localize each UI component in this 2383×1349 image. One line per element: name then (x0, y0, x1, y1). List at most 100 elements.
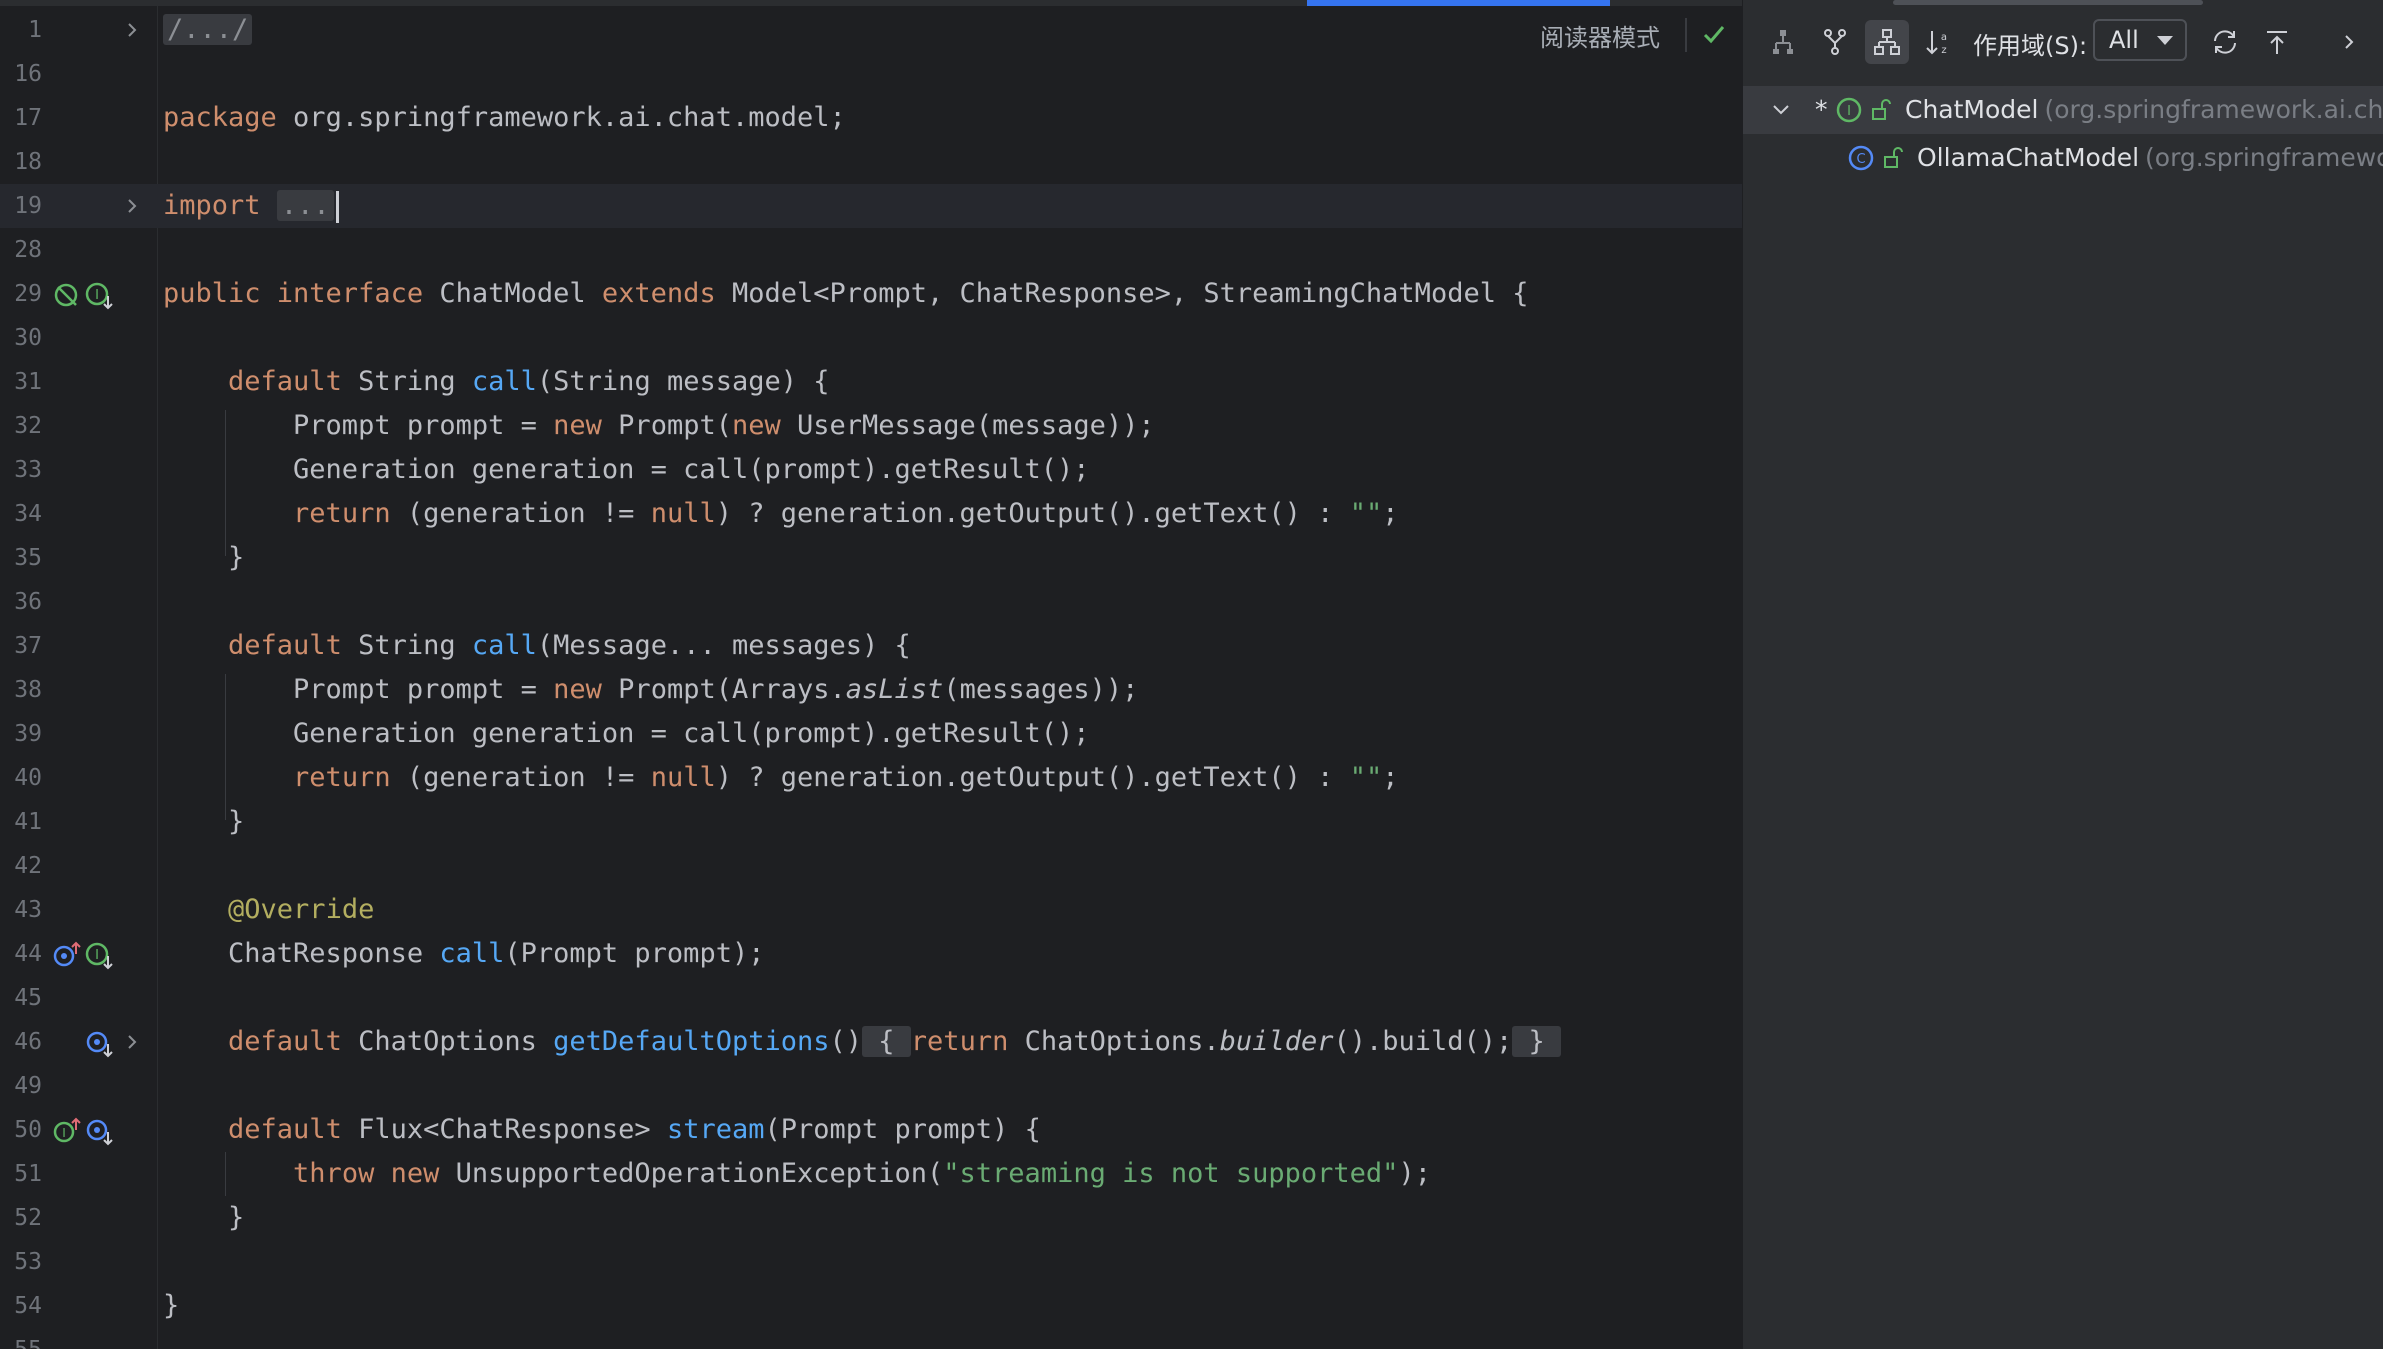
code-line: 18 (0, 140, 1742, 184)
code-line: 36 (0, 580, 1742, 624)
horizontal-scrollbar[interactable] (1893, 0, 2203, 5)
line-number: 16 (14, 61, 42, 87)
line-number: 54 (14, 1293, 42, 1319)
line-number: 53 (14, 1249, 42, 1275)
svg-text:C: C (1856, 152, 1865, 167)
package-name: (org.springframework.ai.chat.model) (2044, 95, 2383, 124)
overridden-method-icon[interactable] (84, 1116, 114, 1146)
public-access-icon (1872, 99, 1891, 120)
chevron-right-icon[interactable] (122, 20, 142, 40)
refresh-icon (2214, 30, 2236, 54)
svg-text:I: I (95, 288, 99, 303)
line-number: 35 (14, 545, 42, 571)
code-line: 38 Prompt prompt = new Prompt(Arrays.asL… (0, 668, 1742, 712)
code-line: 41 } (0, 800, 1742, 844)
more-button[interactable] (2327, 20, 2371, 64)
export-button[interactable] (2255, 20, 2299, 64)
line-number: 28 (14, 237, 42, 263)
folded-imports[interactable]: ... (276, 190, 334, 221)
code-text: } (163, 1290, 180, 1321)
code-text: @Override (228, 894, 375, 925)
chevron-right-icon[interactable] (122, 1032, 142, 1052)
type-hierarchy-icon (1874, 29, 1900, 55)
line-number: 50 (14, 1117, 42, 1143)
chevron-down-icon[interactable] (1767, 96, 1795, 124)
code-line: 44 I ChatResponse call(Prompt prompt); (0, 932, 1742, 976)
svg-text:a: a (1941, 32, 1947, 43)
line-number: 38 (14, 677, 42, 703)
implemented-interface-icon[interactable]: I (84, 280, 114, 310)
code-line: 34 return (generation != null) ? generat… (0, 492, 1742, 536)
line-number: 51 (14, 1161, 42, 1187)
line-number: 32 (14, 413, 42, 439)
svg-text:I: I (1847, 104, 1851, 119)
class-icon: C (1848, 145, 1874, 171)
line-number: 49 (14, 1073, 42, 1099)
tree-item-label: OllamaChatModel(org.springframework.ai.o… (1917, 143, 2383, 172)
code-editor[interactable]: 阅读器模式 1 /.../ 16 17 package org.springfr… (0, 0, 1742, 1349)
folded-region[interactable]: /.../ (163, 14, 253, 45)
refresh-button[interactable] (2203, 20, 2247, 64)
chevron-right-icon[interactable] (122, 196, 142, 216)
line-number: 36 (14, 589, 42, 615)
svg-text:I: I (95, 948, 99, 963)
supertypes-button[interactable] (1761, 20, 1805, 64)
line-number: 43 (14, 897, 42, 923)
code-text: default String call(String message) { (228, 366, 830, 397)
supertypes-icon (1773, 30, 1793, 54)
interface-icon: I (1836, 97, 1862, 123)
line-number: 52 (14, 1205, 42, 1231)
current-code-line: 19 import ... (0, 184, 1742, 228)
overridden-method-icon[interactable] (84, 1028, 114, 1058)
code-text: Prompt prompt = new Prompt(Arrays.asList… (163, 674, 1139, 705)
code-line: 17 package org.springframework.ai.chat.m… (0, 96, 1742, 140)
code-line: 46 default ChatOptions getDefaultOptions… (0, 1020, 1742, 1064)
line-number: 30 (14, 325, 42, 351)
implements-method-icon[interactable]: I (52, 1116, 82, 1146)
scope-value: All (2109, 26, 2139, 54)
tree-item-chatmodel[interactable]: * I ChatModel(org.springframework.ai.cha… (1743, 86, 2383, 134)
line-number: 31 (14, 369, 42, 395)
public-access-icon (1884, 147, 1903, 168)
sort-alphabetically-button[interactable]: az (1917, 20, 1961, 64)
subtypes-icon (1824, 29, 1846, 55)
svg-text:z: z (1941, 45, 1946, 56)
code-line: 53 (0, 1240, 1742, 1284)
tree-item-ollamachatmodel[interactable]: C OllamaChatModel(org.springframework.ai… (1743, 134, 2383, 182)
code-line: 54 } (0, 1284, 1742, 1328)
code-line: 28 (0, 228, 1742, 272)
line-number: 40 (14, 765, 42, 791)
code-text: default String call(Message... messages)… (228, 630, 911, 661)
code-text: return (generation != null) ? generation… (293, 762, 1399, 793)
line-number: 55 (0, 1328, 42, 1349)
type-name: ChatModel (1905, 95, 2039, 124)
code-text: return (generation != null) ? generation… (293, 498, 1399, 529)
no-implementation-icon[interactable] (52, 280, 82, 310)
code-line: 39 Generation generation = call(prompt).… (0, 712, 1742, 756)
scope-dropdown[interactable]: All (2093, 19, 2187, 61)
line-number: 39 (14, 721, 42, 747)
code-line: 51 throw new UnsupportedOperationExcepti… (0, 1152, 1742, 1196)
line-number: 19 (14, 193, 42, 219)
line-number: 37 (14, 633, 42, 659)
subtypes-button[interactable] (1813, 20, 1857, 64)
tree-item-label: ChatModel(org.springframework.ai.chat.mo… (1905, 95, 2383, 124)
overrides-method-icon[interactable] (52, 940, 82, 970)
code-text: /.../ (163, 8, 253, 52)
code-line: 49 (0, 1064, 1742, 1108)
code-line: 29 I public interface ChatModel extends … (0, 272, 1742, 316)
code-line: 33 Generation generation = call(prompt).… (0, 448, 1742, 492)
code-line: 1 /.../ (0, 8, 1742, 52)
code-text: default ChatOptions getDefaultOptions() … (228, 1026, 1562, 1057)
code-line: 55 (0, 1328, 1742, 1349)
type-hierarchy-button[interactable] (1865, 20, 1909, 64)
line-number: 17 (14, 105, 42, 131)
code-text: package org.springframework.ai.chat.mode… (163, 102, 846, 133)
code-text: Generation generation = call(prompt).get… (163, 718, 1090, 749)
code-text: default Flux<ChatResponse> stream(Prompt… (228, 1114, 1041, 1145)
package-name: (org.springframework.ai.ollama) (2145, 143, 2383, 172)
implemented-method-icon[interactable]: I (84, 940, 114, 970)
line-number: 18 (14, 149, 42, 175)
code-line: 50 I default Flux<ChatResponse> stream(P… (0, 1108, 1742, 1152)
code-line: 30 (0, 316, 1742, 360)
